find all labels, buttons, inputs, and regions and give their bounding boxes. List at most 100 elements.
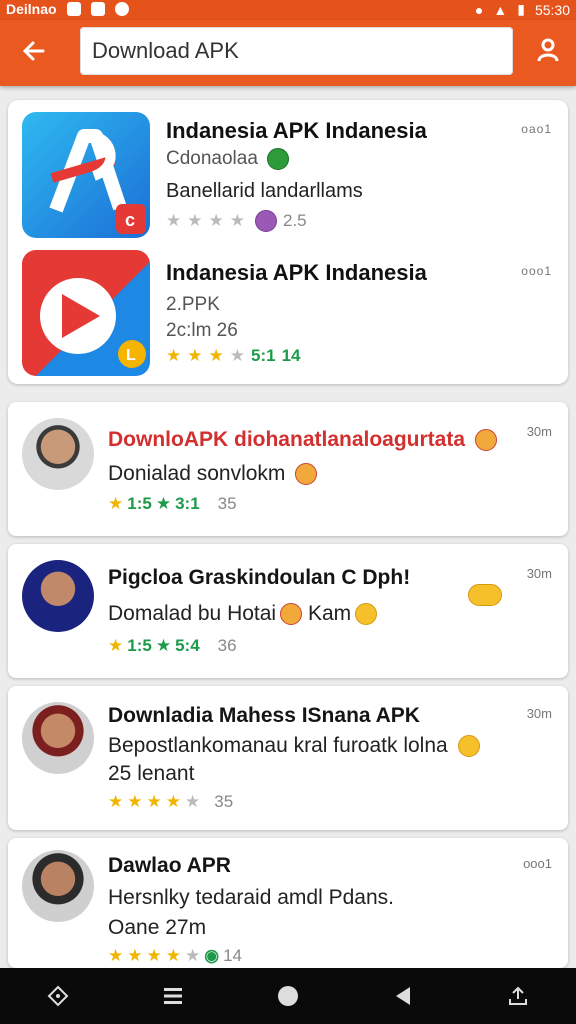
star-icon: ★: [165, 792, 181, 811]
review-item[interactable]: Dawlao APR Hersnlky tedaraid amdl Pdans.…: [8, 838, 568, 968]
app-icon: L: [22, 250, 150, 376]
emoji-icon: [457, 735, 480, 758]
svg-text:c: c: [125, 210, 135, 230]
avatar: [22, 418, 94, 490]
app-title: Indanesia APK Indanesia: [166, 260, 427, 285]
back-triangle-icon: [396, 987, 411, 1005]
review-time: 30m: [526, 424, 552, 439]
star-icon: ★: [166, 211, 182, 230]
app-results-card: c Indanesia APK Indanesia Cdonaolaa Bane…: [8, 100, 568, 384]
star-icon: ★: [127, 946, 143, 965]
rating-value: 1:5: [127, 636, 152, 655]
star-icon: ★: [187, 211, 203, 230]
star-icon: ★: [166, 346, 182, 365]
assistant-button[interactable]: [36, 974, 80, 1018]
notification-icon: [66, 2, 81, 16]
star-icon: ★: [108, 636, 124, 655]
review-title: Pigcloa Graskindoulan C Dph!: [108, 566, 411, 589]
share-button[interactable]: [496, 974, 540, 1018]
search-box[interactable]: [80, 27, 513, 75]
star-icon: ★: [146, 792, 162, 811]
assistant-icon: [47, 985, 69, 1007]
app-list-item[interactable]: L Indanesia APK Indanesia 2.PPK 2c:lm 26…: [8, 242, 568, 376]
app-subtitle: 2c:lm 26: [166, 320, 238, 341]
review-rating: ★ ★ ★ ★ ★ ◉ 14: [108, 946, 242, 966]
search-input[interactable]: [92, 38, 513, 64]
rating-value: 5:1: [251, 346, 276, 365]
review-rating: ★ ★ ★ ★ ★ 35: [108, 792, 233, 812]
review-count: 14: [281, 346, 301, 365]
emoji-icon: [474, 429, 497, 452]
review-title: Dawlao APR: [108, 854, 231, 877]
app-rating: ★ ★ ★ ★ 5:1 14: [166, 346, 301, 366]
status-bar: Deilnao ● ▲ ▮ 55:30: [0, 0, 576, 20]
star-icon: ★: [127, 792, 143, 811]
signal-icon: ▲: [493, 1, 508, 18]
badge-icon: [255, 210, 277, 232]
review-time: 30m: [526, 706, 552, 721]
more-icon[interactable]: oao1: [521, 122, 552, 136]
app-rating: ★ ★ ★ ★ 2.5: [166, 210, 307, 232]
review-title: DownloAPK diohanatlanaloagurtata: [108, 428, 497, 452]
review-rating: ★ 1:5 ★ 5:4 36: [108, 636, 237, 656]
carrier-label: Deilnao: [6, 1, 57, 17]
star-icon: ★: [185, 946, 201, 965]
rating-value: 1:5: [127, 494, 152, 513]
back-button[interactable]: [14, 34, 54, 68]
review-item[interactable]: Pigcloa Graskindoulan C Dph! Domalad bu …: [8, 544, 568, 678]
menu-button[interactable]: [151, 974, 195, 1018]
app-developer: Cdonaolaa: [166, 148, 290, 170]
review-text: Hersnlky tedaraid amdl Pdans.: [108, 886, 394, 909]
wifi-icon: ●: [474, 1, 484, 18]
count-value: 14: [223, 946, 243, 965]
avatar: [22, 850, 94, 922]
home-button[interactable]: [266, 974, 310, 1018]
more-icon[interactable]: ooo1: [521, 264, 552, 278]
emoji-icon: [295, 463, 318, 486]
app-developer: 2.PPK: [166, 294, 220, 315]
star-icon: ★: [229, 346, 245, 365]
emoji-icon: [468, 584, 502, 606]
review-item[interactable]: Downladia Mahess ISnana APK Bepostlankom…: [8, 686, 568, 830]
svg-text:L: L: [126, 347, 136, 364]
star-icon: ★: [155, 494, 172, 513]
star-icon: ★: [185, 792, 201, 811]
notification-icon: [90, 2, 105, 16]
score-value: 3:1: [175, 494, 200, 513]
review-title: Downladia Mahess ISnana APK: [108, 704, 420, 727]
review-item[interactable]: DownloAPK diohanatlanaloagurtata Doniala…: [8, 402, 568, 536]
avatar: [22, 560, 94, 632]
star-icon: ★: [208, 211, 224, 230]
star-icon: ★: [155, 636, 172, 655]
count-value: 35: [214, 792, 234, 811]
apk-logo-icon: c: [49, 129, 146, 234]
count-value: 35: [217, 494, 237, 513]
review-text: Domalad bu Hotai Kam: [108, 602, 378, 626]
notification-icon: [114, 2, 129, 16]
more-icon[interactable]: ooo1: [523, 856, 552, 871]
review-time: 30m: [526, 566, 552, 581]
badge-icon: ◉: [204, 946, 220, 965]
share-icon: [509, 986, 528, 1005]
star-icon: ★: [108, 792, 124, 811]
star-icon: ★: [187, 346, 203, 365]
app-list-item[interactable]: c Indanesia APK Indanesia Cdonaolaa Bane…: [8, 100, 568, 238]
badge-icon: [267, 148, 290, 170]
star-icon: ★: [108, 494, 124, 513]
back-nav-button[interactable]: [381, 974, 425, 1018]
star-icon: ★: [229, 211, 245, 230]
review-text: 25 lenant: [108, 762, 195, 785]
clock: 55:30: [534, 1, 570, 18]
app-title: Indanesia APK Indanesia: [166, 118, 427, 143]
home-circle-icon: [277, 986, 298, 1006]
play-logo-icon: L: [40, 278, 146, 368]
star-icon: ★: [165, 946, 181, 965]
person-icon: [537, 38, 559, 62]
account-button[interactable]: [530, 32, 566, 68]
menu-icon: [163, 988, 182, 1004]
app-icon: c: [22, 112, 150, 238]
emoji-icon: [355, 603, 378, 626]
review-text: Oane 27m: [108, 916, 207, 939]
star-icon: ★: [208, 346, 224, 365]
count-value: 36: [217, 636, 237, 655]
